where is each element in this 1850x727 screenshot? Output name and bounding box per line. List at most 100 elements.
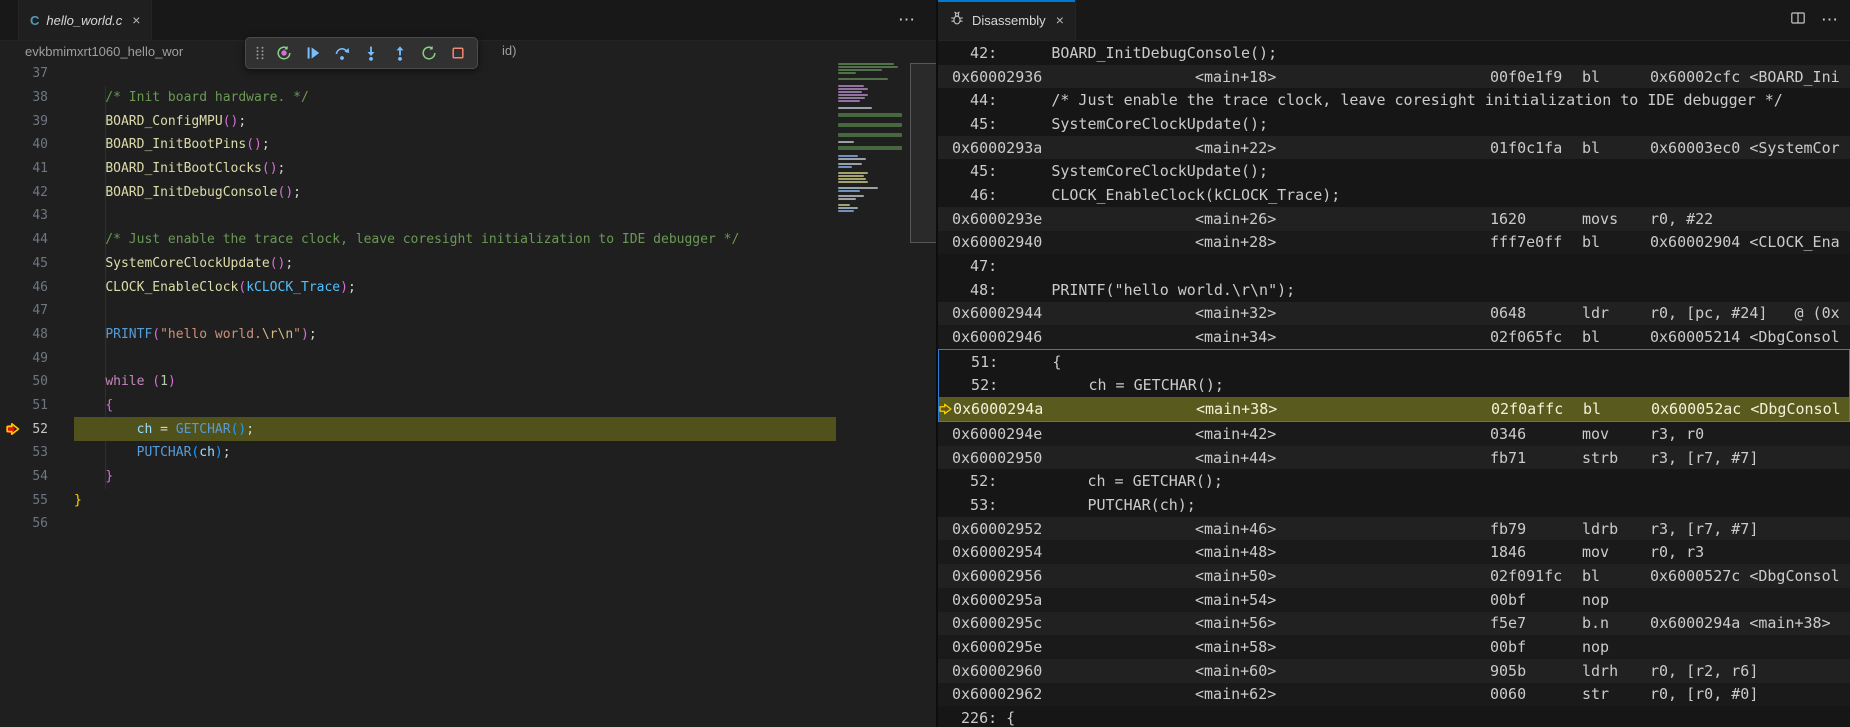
code-line-41[interactable]: 41 BOARD_InitBootClocks();	[0, 157, 936, 181]
code-text: BOARD_ConfigMPU();	[74, 114, 246, 129]
code-line-39[interactable]: 39 BOARD_ConfigMPU();	[0, 109, 936, 133]
disassembly-instruction-row[interactable]: 0x6000295c<main+56>f5e7b.n0x6000294a <ma…	[938, 612, 1850, 636]
disassembly-instruction-row[interactable]: 0x6000295e<main+58>00bfnop	[938, 635, 1850, 659]
operands: 0x6000527c <DbgConsol	[1650, 567, 1850, 585]
disassembly-instruction-row[interactable]: 0x6000295a<main+54>00bfnop	[938, 588, 1850, 612]
address: 0x6000293a	[952, 139, 1195, 157]
editor-group-sash[interactable]	[936, 0, 938, 727]
split-editor-icon[interactable]	[1790, 10, 1806, 31]
step-over-button[interactable]	[329, 41, 355, 65]
minimap-line	[838, 78, 888, 80]
code-line-44[interactable]: 44 /* Just enable the trace clock, leave…	[0, 228, 936, 252]
code-line-45[interactable]: 45 SystemCoreClockUpdate();	[0, 252, 936, 276]
gripper-handle[interactable]	[252, 41, 268, 65]
minimap[interactable]	[838, 62, 908, 727]
disassembly-instruction-row[interactable]: 0x6000294e<main+42>0346movr3, r0	[938, 422, 1850, 446]
line-number: 48	[0, 327, 48, 342]
minimap-line	[838, 181, 868, 183]
minimap-line	[838, 107, 872, 109]
minimap-line	[838, 158, 866, 160]
code-line-53[interactable]: 53 PUTCHAR(ch);	[0, 441, 936, 465]
opcode: 00f0e1f9	[1490, 68, 1582, 86]
operands: r3, [r7, #7]	[1650, 449, 1850, 467]
code-line-49[interactable]: 49	[0, 346, 936, 370]
disassembly-source-row[interactable]: 42: BOARD_InitDebugConsole();	[938, 41, 1850, 65]
symbol: <main+26>	[1195, 210, 1490, 228]
code-line-50[interactable]: 50 while (1)	[0, 370, 936, 394]
disassembly-instruction-row[interactable]: 0x60002950<main+44>fb71strbr3, [r7, #7]	[938, 446, 1850, 470]
disassembly-instruction-row[interactable]: 0x60002952<main+46>fb79ldrbr3, [r7, #7]	[938, 517, 1850, 541]
disassembly-instruction-row[interactable]: 0x60002956<main+50>02f091fcbl0x6000527c …	[938, 564, 1850, 588]
disassembly-instruction-row[interactable]: 0x60002962<main+62>0060strr0, [r0, #0]	[938, 683, 1850, 707]
minimap-line	[838, 94, 868, 96]
address: 0x6000294e	[952, 425, 1195, 443]
reset-device-button[interactable]	[271, 41, 297, 65]
line-number: 39	[0, 114, 48, 129]
code-line-51[interactable]: 51 {	[0, 394, 936, 418]
tab-label: hello_world.c	[46, 13, 122, 28]
disassembly-instruction-row[interactable]: 0x60002944<main+32>0648ldrr0, [pc, #24] …	[938, 302, 1850, 326]
tab-close-icon[interactable]: ×	[132, 13, 140, 27]
disassembly-source-row[interactable]: 53: PUTCHAR(ch);	[938, 493, 1850, 517]
symbol: <main+34>	[1195, 328, 1490, 346]
tab-hello-world-c[interactable]: C hello_world.c ×	[18, 0, 152, 40]
disassembly-source-row[interactable]: 45: SystemCoreClockUpdate();	[938, 112, 1850, 136]
source-line-text: 46: CLOCK_EnableClock(kCLOCK_Trace);	[952, 186, 1340, 204]
source-line-text: 226: {	[952, 709, 1015, 727]
disassembly-instruction-row[interactable]: 0x6000293e<main+26>1620movsr0, #22	[938, 207, 1850, 231]
scrollbar-slider[interactable]	[910, 63, 936, 243]
disassembly-instruction-row[interactable]: 0x6000293a<main+22>01f0c1fabl0x60003ec0 …	[938, 136, 1850, 160]
operands: 0x600052ac <DbgConsol	[1651, 400, 1849, 418]
tab-close-icon[interactable]: ×	[1056, 13, 1064, 27]
mnemonic: mov	[1582, 543, 1650, 561]
disassembly-source-row[interactable]: 51: {	[939, 350, 1849, 374]
left-group-more-actions-icon[interactable]: ⋯	[898, 0, 916, 40]
disassembly-source-row[interactable]: 45: SystemCoreClockUpdate();	[938, 159, 1850, 183]
disassembly-source-row[interactable]: 46: CLOCK_EnableClock(kCLOCK_Trace);	[938, 183, 1850, 207]
code-line-47[interactable]: 47	[0, 299, 936, 323]
code-line-55[interactable]: 55}	[0, 488, 936, 512]
mnemonic: str	[1582, 685, 1650, 703]
current-line-breakpoint-icon[interactable]	[4, 421, 21, 438]
code-editor[interactable]: 3738 /* Init board hardware. */39 BOARD_…	[0, 62, 936, 727]
disassembly-instruction-row[interactable]: 0x60002940<main+28>fff7e0ffbl0x60002904 …	[938, 231, 1850, 255]
code-line-54[interactable]: 54 }	[0, 465, 936, 489]
line-number: 43	[0, 208, 48, 223]
code-line-52[interactable]: 52 ch = GETCHAR();	[0, 417, 936, 441]
line-number: 45	[0, 256, 48, 271]
code-line-56[interactable]: 56	[0, 512, 936, 536]
disassembly-source-row[interactable]: 226: {	[938, 706, 1850, 727]
disassembly-instruction-row[interactable]: 0x60002946<main+34>02f065fcbl0x60005214 …	[938, 325, 1850, 349]
disassembly-source-row[interactable]: 44: /* Just enable the trace clock, leav…	[938, 88, 1850, 112]
tab-disassembly[interactable]: Disassembly ×	[938, 0, 1076, 40]
symbol: <main+58>	[1195, 638, 1490, 656]
minimap-line	[838, 133, 902, 137]
code-line-48[interactable]: 48 PRINTF("hello world.\r\n");	[0, 323, 936, 347]
disassembly-view[interactable]: 42: BOARD_InitDebugConsole();0x60002936<…	[938, 41, 1850, 727]
code-line-38[interactable]: 38 /* Init board hardware. */	[0, 86, 936, 110]
step-out-button[interactable]	[387, 41, 413, 65]
right-group-more-actions-icon[interactable]: ⋯	[1821, 10, 1838, 30]
step-into-button[interactable]	[358, 41, 384, 65]
disassembly-source-row[interactable]: 48: PRINTF("hello world.\r\n");	[938, 278, 1850, 302]
opcode: 02f0affc	[1491, 400, 1583, 418]
code-line-40[interactable]: 40 BOARD_InitBootPins();	[0, 133, 936, 157]
minimap-line	[838, 69, 882, 71]
continue-button[interactable]	[300, 41, 326, 65]
code-line-42[interactable]: 42 BOARD_InitDebugConsole();	[0, 180, 936, 204]
stop-button[interactable]	[445, 41, 471, 65]
disassembly-instruction-row[interactable]: 0x60002960<main+60>905bldrhr0, [r2, r6]	[938, 659, 1850, 683]
code-text: BOARD_InitDebugConsole();	[74, 185, 301, 200]
restart-button[interactable]	[416, 41, 442, 65]
disassembly-instruction-row[interactable]: 0x60002954<main+48>1846movr0, r3	[938, 540, 1850, 564]
minimap-line	[838, 175, 864, 177]
code-line-43[interactable]: 43	[0, 204, 936, 228]
minimap-line	[838, 66, 898, 68]
code-line-46[interactable]: 46 CLOCK_EnableClock(kCLOCK_Trace);	[0, 275, 936, 299]
disassembly-source-row[interactable]: 52: ch = GETCHAR();	[939, 374, 1849, 398]
disassembly-instruction-row[interactable]: 0x6000294a<main+38>02f0affcbl0x600052ac …	[939, 397, 1849, 421]
minimap-line	[838, 204, 850, 206]
disassembly-instruction-row[interactable]: 0x60002936<main+18>00f0e1f9bl0x60002cfc …	[938, 65, 1850, 89]
disassembly-source-row[interactable]: 47:	[938, 254, 1850, 278]
disassembly-source-row[interactable]: 52: ch = GETCHAR();	[938, 469, 1850, 493]
